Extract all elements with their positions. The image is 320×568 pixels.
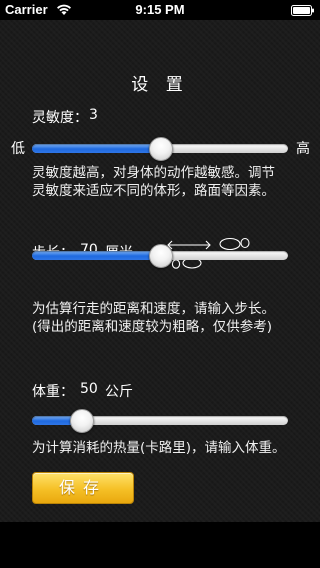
slider-fill xyxy=(32,144,160,153)
slider-fill xyxy=(32,251,160,260)
sensitivity-value: 3 xyxy=(89,107,98,123)
slider-thumb[interactable] xyxy=(149,137,173,161)
save-button[interactable]: 保存 xyxy=(32,472,134,504)
sensitivity-min-label: 低 xyxy=(11,141,25,157)
step-desc-line: (得出的距离和速度较为粗略，仅供参考) xyxy=(32,319,273,335)
step-desc-line: 为估算行走的距离和速度，请输入步长。 xyxy=(32,301,275,317)
sensitivity-desc-line: 灵敏度来适应不同的体形，路面等因素。 xyxy=(32,183,275,199)
weight-label: 体重： xyxy=(32,384,74,400)
weight-value: 50 xyxy=(80,381,98,397)
bottom-bar xyxy=(0,522,320,568)
sensitivity-slider[interactable] xyxy=(32,133,288,161)
status-time: 9:15 PM xyxy=(135,2,185,17)
weight-description: 为计算消耗的热量(卡路里)，请输入体重。 xyxy=(32,439,312,457)
battery-icon xyxy=(291,5,314,16)
weight-desc-line: 为计算消耗的热量(卡路里)，请输入体重。 xyxy=(32,440,286,456)
page-title: 设 置 xyxy=(131,75,189,95)
slider-thumb[interactable] xyxy=(149,244,173,268)
step-slider[interactable] xyxy=(32,240,288,268)
step-description: 为估算行走的距离和速度，请输入步长。 (得出的距离和速度较为粗略，仅供参考) xyxy=(32,300,312,336)
status-bar: Carrier 9:15 PM xyxy=(0,0,320,20)
sensitivity-label: 灵敏度： xyxy=(32,110,88,126)
weight-slider[interactable] xyxy=(32,405,288,433)
sensitivity-desc-line: 灵敏度越高，对身体的动作越敏感。调节 xyxy=(32,165,275,181)
weight-unit: 公斤 xyxy=(105,384,133,400)
slider-thumb[interactable] xyxy=(70,409,94,433)
sensitivity-max-label: 高 xyxy=(296,141,310,157)
sensitivity-description: 灵敏度越高，对身体的动作越敏感。调节 灵敏度来适应不同的体形，路面等因素。 xyxy=(32,164,312,200)
